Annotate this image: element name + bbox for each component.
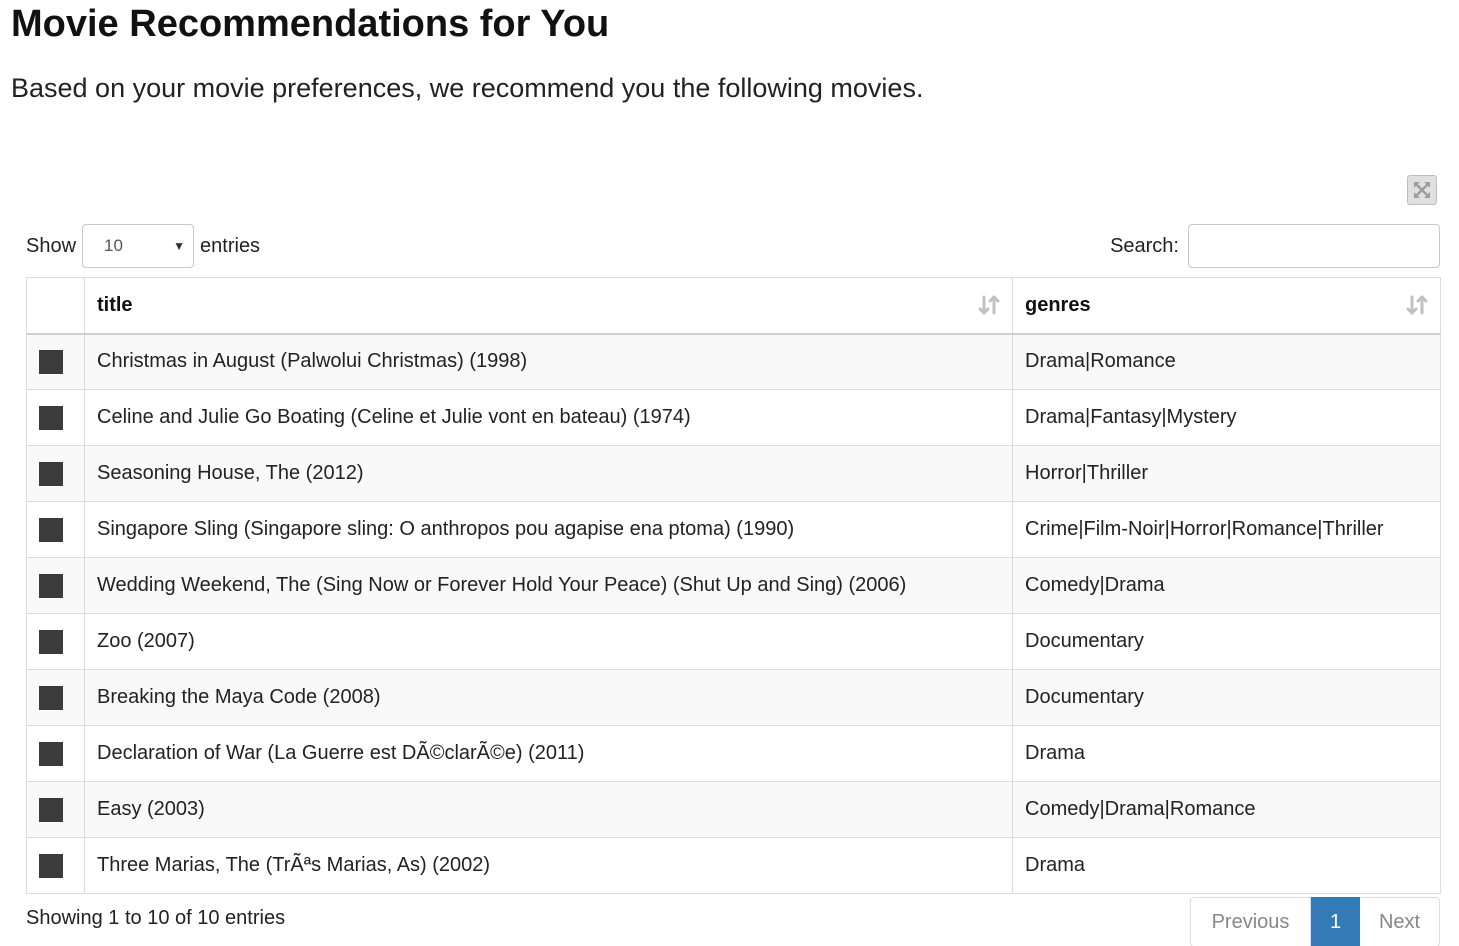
search-input[interactable] bbox=[1188, 224, 1440, 268]
movie-title-cell: Seasoning House, The (2012) bbox=[84, 445, 1013, 502]
table-row[interactable]: Singapore Sling (Singapore sling: O anth… bbox=[26, 501, 1441, 558]
table-row[interactable]: Easy (2003) Comedy|Drama|Romance bbox=[26, 781, 1441, 838]
movie-genres-cell: Crime|Film-Noir|Horror|Romance|Thriller bbox=[1012, 501, 1441, 558]
row-marker-cell bbox=[26, 445, 85, 502]
row-marker-icon[interactable] bbox=[39, 629, 63, 654]
row-marker-cell bbox=[26, 333, 85, 390]
next-page-button[interactable]: Next bbox=[1360, 897, 1440, 946]
sort-both-icon bbox=[978, 295, 1000, 315]
movie-title-cell: Singapore Sling (Singapore sling: O anth… bbox=[84, 501, 1013, 558]
movie-title-cell: Wedding Weekend, The (Sing Now or Foreve… bbox=[84, 557, 1013, 614]
search-control: Search: bbox=[1110, 224, 1440, 268]
movie-genres-cell: Documentary bbox=[1012, 613, 1441, 670]
expand-arrows-icon bbox=[1414, 182, 1430, 198]
row-marker-cell bbox=[26, 781, 85, 838]
table-row[interactable]: Declaration of War (La Guerre est DÃ©cla… bbox=[26, 725, 1441, 782]
row-marker-cell bbox=[26, 837, 85, 894]
movie-title-cell: Zoo (2007) bbox=[84, 613, 1013, 670]
row-marker-icon[interactable] bbox=[39, 685, 63, 710]
entries-per-page-value: 10 bbox=[104, 236, 123, 255]
movie-genres-cell: Comedy|Drama|Romance bbox=[1012, 781, 1441, 838]
row-marker-icon[interactable] bbox=[39, 573, 63, 598]
table-row[interactable]: Wedding Weekend, The (Sing Now or Foreve… bbox=[26, 557, 1441, 614]
entries-per-page-select[interactable]: 10 ▼ bbox=[82, 224, 195, 268]
table-header-row: title genres bbox=[26, 277, 1441, 335]
table-row[interactable]: Seasoning House, The (2012) Horror|Thril… bbox=[26, 445, 1441, 502]
row-marker-icon[interactable] bbox=[39, 853, 63, 878]
row-marker-icon[interactable] bbox=[39, 517, 63, 542]
table-row[interactable]: Zoo (2007) Documentary bbox=[26, 613, 1441, 670]
show-label: Show bbox=[26, 234, 77, 257]
page-subtitle: Based on your movie preferences, we reco… bbox=[11, 73, 924, 103]
movie-genres-cell: Drama bbox=[1012, 837, 1441, 894]
page-1-button[interactable]: 1 bbox=[1311, 897, 1360, 946]
row-marker-icon[interactable] bbox=[39, 741, 63, 766]
row-marker-cell bbox=[26, 725, 85, 782]
entries-label: entries bbox=[200, 234, 261, 257]
movie-title-cell: Christmas in August (Palwolui Christmas)… bbox=[84, 333, 1013, 390]
movie-genres-cell: Horror|Thriller bbox=[1012, 445, 1441, 502]
movie-genres-cell: Drama|Romance bbox=[1012, 333, 1441, 390]
movie-title-cell: Celine and Julie Go Boating (Celine et J… bbox=[84, 389, 1013, 446]
movie-genres-cell: Drama|Fantasy|Mystery bbox=[1012, 389, 1441, 446]
row-marker-icon[interactable] bbox=[39, 405, 63, 430]
row-marker-cell bbox=[26, 613, 85, 670]
movie-title-cell: Breaking the Maya Code (2008) bbox=[84, 669, 1013, 726]
row-marker-icon[interactable] bbox=[39, 797, 63, 822]
table-row[interactable]: Breaking the Maya Code (2008) Documentar… bbox=[26, 669, 1441, 726]
pagination: Previous 1 Next bbox=[1190, 897, 1440, 946]
column-header-title-label: title bbox=[97, 293, 133, 316]
row-marker-icon[interactable] bbox=[39, 349, 63, 374]
table-row[interactable]: Christmas in August (Palwolui Christmas)… bbox=[26, 333, 1441, 390]
page-title: Movie Recommendations for You bbox=[11, 3, 610, 45]
recommendations-table: title genres Christmas in August (Palwol… bbox=[26, 277, 1441, 894]
row-marker-cell bbox=[26, 557, 85, 614]
row-marker-cell bbox=[26, 389, 85, 446]
column-header-select bbox=[26, 277, 85, 335]
movie-title-cell: Three Marias, The (TrÃªs Marias, As) (20… bbox=[84, 837, 1013, 894]
table-row[interactable]: Three Marias, The (TrÃªs Marias, As) (20… bbox=[26, 837, 1441, 894]
column-header-genres-label: genres bbox=[1025, 293, 1091, 316]
row-marker-cell bbox=[26, 501, 85, 558]
row-marker-icon[interactable] bbox=[39, 461, 63, 486]
movie-genres-cell: Documentary bbox=[1012, 669, 1441, 726]
previous-page-button[interactable]: Previous bbox=[1190, 897, 1311, 946]
sort-both-icon bbox=[1406, 295, 1428, 315]
page: Movie Recommendations for You Based on y… bbox=[0, 0, 1459, 946]
length-control: Show 10 ▼ entries bbox=[26, 224, 260, 268]
table-info: Showing 1 to 10 of 10 entries bbox=[26, 907, 286, 929]
movie-title-cell: Easy (2003) bbox=[84, 781, 1013, 838]
column-header-genres[interactable]: genres bbox=[1012, 277, 1441, 335]
fullscreen-button[interactable] bbox=[1407, 175, 1437, 205]
row-marker-cell bbox=[26, 669, 85, 726]
caret-down-icon: ▼ bbox=[173, 239, 186, 253]
movie-genres-cell: Drama bbox=[1012, 725, 1441, 782]
column-header-title[interactable]: title bbox=[84, 277, 1013, 335]
movie-genres-cell: Comedy|Drama bbox=[1012, 557, 1441, 614]
movie-title-cell: Declaration of War (La Guerre est DÃ©cla… bbox=[84, 725, 1013, 782]
table-row[interactable]: Celine and Julie Go Boating (Celine et J… bbox=[26, 389, 1441, 446]
search-label: Search: bbox=[1110, 234, 1179, 257]
